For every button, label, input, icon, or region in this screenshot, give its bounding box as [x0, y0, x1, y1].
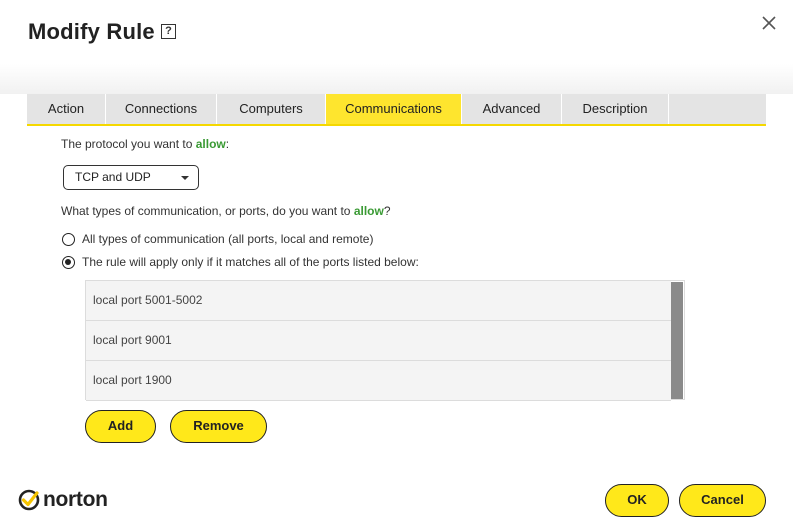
port-list-item[interactable]: local port 5001-5002: [86, 281, 671, 321]
port-list-scrollbar[interactable]: [671, 282, 683, 399]
chevron-down-icon: [181, 176, 189, 180]
ports-prompt-suffix: ?: [383, 204, 391, 218]
port-list-item[interactable]: local port 9001: [86, 321, 671, 361]
tab-computers[interactable]: Computers: [217, 94, 326, 124]
tab-bar: Action Connections Computers Communicati…: [27, 94, 766, 126]
dialog-title: Modify Rule: [28, 19, 155, 44]
tab-description[interactable]: Description: [562, 94, 669, 124]
tab-connections[interactable]: Connections: [106, 94, 217, 124]
ports-prompt: What types of communication, or ports, d…: [61, 204, 391, 218]
norton-check-icon: [18, 489, 40, 511]
ports-prompt-allow: allow: [353, 204, 384, 218]
ok-button[interactable]: OK: [605, 484, 669, 517]
brand-name: norton: [43, 488, 108, 511]
protocol-prompt-prefix: The protocol you want to: [61, 137, 196, 151]
remove-button[interactable]: Remove: [170, 410, 267, 443]
close-icon[interactable]: [760, 14, 778, 32]
add-button[interactable]: Add: [85, 410, 156, 443]
ports-prompt-prefix: What types of communication, or ports, d…: [61, 204, 354, 218]
tab-advanced[interactable]: Advanced: [462, 94, 562, 124]
tab-communications[interactable]: Communications: [326, 94, 462, 124]
header-band: [0, 64, 793, 94]
protocol-prompt: The protocol you want to allow:: [61, 137, 229, 151]
protocol-select[interactable]: TCP and UDP: [63, 165, 199, 190]
radio-button-checked[interactable]: [62, 255, 75, 269]
radio-button[interactable]: [62, 232, 75, 246]
norton-logo: norton: [18, 487, 108, 513]
radio-listed-ports-label: The rule will apply only if it matches a…: [82, 255, 419, 269]
help-icon[interactable]: ?: [161, 24, 176, 39]
dialog-header: Modify Rule ?: [0, 0, 793, 64]
port-list-item[interactable]: local port 1900: [86, 361, 671, 401]
port-list: local port 5001-5002 local port 9001 loc…: [85, 280, 685, 401]
tab-action[interactable]: Action: [27, 94, 106, 124]
radio-all-ports[interactable]: All types of communication (all ports, l…: [62, 231, 373, 247]
protocol-select-value: TCP and UDP: [75, 170, 151, 184]
radio-all-ports-label: All types of communication (all ports, l…: [82, 232, 374, 246]
protocol-prompt-allow: allow: [195, 137, 226, 151]
cancel-button[interactable]: Cancel: [679, 484, 766, 517]
radio-listed-ports[interactable]: The rule will apply only if it matches a…: [62, 254, 419, 270]
protocol-prompt-suffix: :: [225, 137, 230, 151]
